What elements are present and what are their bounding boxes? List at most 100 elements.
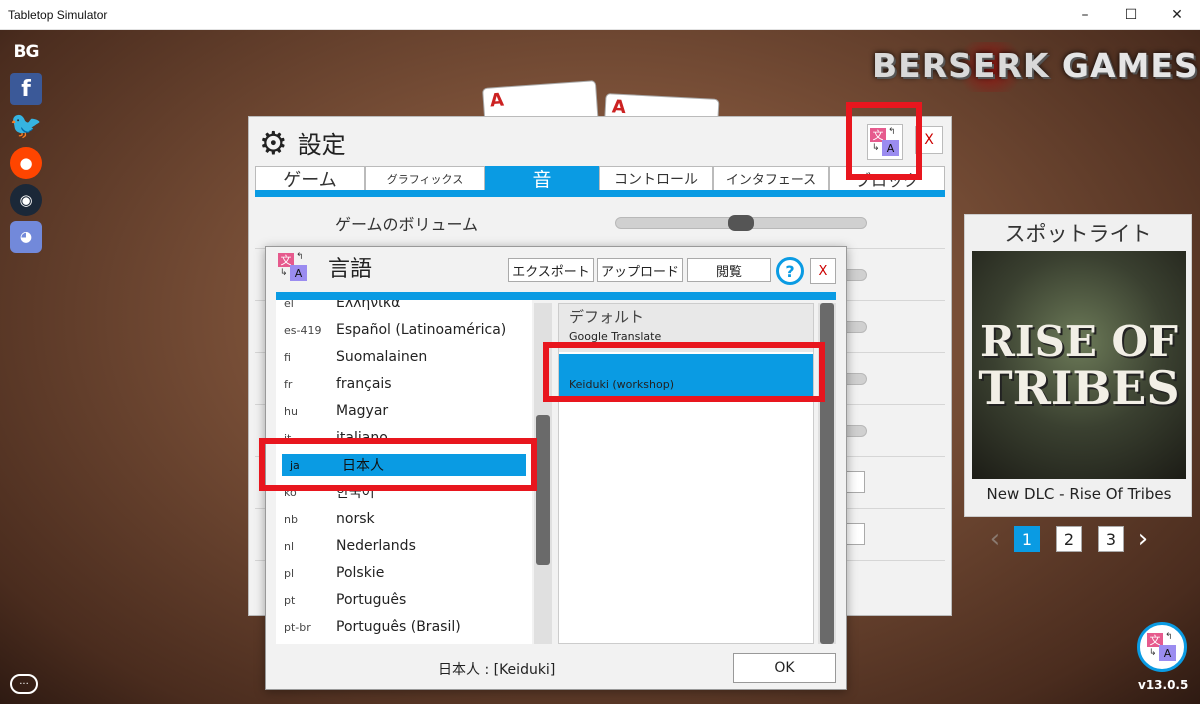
pager-page-2[interactable]: 2 (1056, 526, 1082, 552)
language-code: nl (284, 539, 295, 553)
game-volume-label: ゲームのボリューム (335, 215, 479, 234)
settings-input[interactable] (845, 523, 865, 545)
language-code: hu (284, 404, 298, 418)
spotlight-pager: ‹ 1 2 3 › (984, 524, 1154, 554)
translation-default-label: デフォルト (569, 308, 645, 326)
spotlight-logo-line1: RISE OF (980, 317, 1178, 366)
spotlight-logo-line2: TRIBES (978, 361, 1180, 415)
translate-arrow-icon: ↰ (1165, 632, 1173, 642)
translate-arrow-icon: ↰ (296, 252, 304, 262)
highlight-box-translate (846, 102, 922, 180)
steam-icon[interactable]: ◉ (10, 184, 42, 216)
spotlight-caption[interactable]: New DLC - Rise Of Tribes (972, 485, 1186, 503)
translate-icon: 文 A ↰ ↳ (1147, 632, 1177, 661)
language-item[interactable]: fr français (276, 373, 532, 395)
language-header-underline (276, 292, 836, 300)
brand-name-b: GAMES (1061, 46, 1199, 85)
translate-icon: 文 A ↰ ↳ (278, 252, 308, 281)
translate-glyph-dst: A (1159, 645, 1176, 661)
brand-name-a: BERSERK (872, 46, 1050, 85)
language-name: Magyar (336, 403, 389, 419)
upload-button[interactable]: アップロード (597, 258, 683, 282)
ok-button[interactable]: OK (733, 653, 836, 683)
export-button[interactable]: エクスポート (508, 258, 594, 282)
language-name: Nederlands (336, 538, 416, 554)
language-name: Ελληνικά (336, 300, 401, 311)
language-code: es-419 (284, 323, 322, 337)
browse-button[interactable]: 閲覧 (687, 258, 771, 282)
tab-underline (255, 190, 945, 197)
translate-button[interactable]: 文 A ↰ ↳ (1137, 622, 1187, 672)
tab-graphics[interactable]: グラフィックス (365, 166, 485, 190)
version-label: v13.0.5 (1138, 678, 1189, 692)
language-code: el (284, 300, 294, 310)
app-title: Tabletop Simulator (8, 7, 108, 22)
social-sidebar: BG f 🐦 ● ◉ ◕ (10, 36, 44, 258)
card-rank: A (489, 89, 505, 112)
chat-icon[interactable]: ··· (10, 674, 38, 694)
highlight-box-translation (543, 342, 825, 402)
tab-interface[interactable]: インタフェース (713, 166, 829, 190)
settings-tabs: ゲーム グラフィックス 音 コントロール インタフェース ブロック (255, 166, 945, 190)
language-item[interactable]: pt Português (276, 589, 532, 611)
language-code: pt (284, 593, 296, 607)
brand-logo: BERSERK GAMES (872, 46, 1199, 85)
translate-glyph-dst: A (290, 265, 307, 281)
spotlight-logo: RISE OF TRIBES (972, 317, 1186, 415)
berserk-games-icon[interactable]: BG (10, 36, 42, 68)
help-icon[interactable]: ? (776, 257, 804, 285)
translate-arrow-icon: ↳ (280, 268, 288, 278)
highlight-box-language (259, 438, 537, 491)
slider-knob[interactable] (728, 215, 754, 231)
tab-game[interactable]: ゲーム (255, 166, 365, 190)
language-name: Português (Brasil) (336, 619, 461, 635)
spotlight-title: スポットライト (1004, 222, 1152, 246)
language-code: fr (284, 377, 293, 391)
language-item[interactable]: hu Magyar (276, 400, 532, 422)
language-name: Español (Latinoamérica) (336, 322, 507, 338)
pager-prev-icon[interactable]: ‹ (984, 524, 1006, 554)
scrollbar-thumb[interactable] (536, 415, 550, 565)
language-name: Suomalainen (336, 349, 428, 365)
spotlight-image[interactable]: RISE OF TRIBES (972, 251, 1186, 479)
language-name: français (336, 376, 392, 392)
settings-title: 設定 (297, 131, 346, 159)
discord-icon[interactable]: ◕ (10, 221, 42, 253)
language-code: pt-br (284, 620, 311, 634)
translate-arrow-icon: ↳ (1149, 648, 1157, 658)
tab-controls[interactable]: コントロール (599, 166, 713, 190)
gear-icon: ⚙ (259, 123, 288, 162)
game-volume-slider[interactable] (615, 215, 867, 231)
pager-page-1[interactable]: 1 (1014, 526, 1040, 552)
language-code: pl (284, 566, 295, 580)
window-titlebar: Tabletop Simulator – ☐ ✕ (0, 0, 1200, 30)
language-item[interactable]: pl Polskie (276, 562, 532, 584)
language-code: fi (284, 350, 291, 364)
pager-next-icon[interactable]: › (1132, 524, 1154, 554)
language-name: norsk (336, 511, 375, 527)
card-rank: A (611, 96, 627, 119)
facebook-icon[interactable]: f (10, 73, 42, 105)
settings-input[interactable] (845, 471, 865, 493)
reddit-icon[interactable]: ● (10, 147, 42, 179)
tab-sound[interactable]: 音 (485, 166, 599, 190)
window-controls: – ☐ ✕ (1062, 0, 1200, 30)
language-item[interactable]: el Ελληνικά (276, 300, 532, 314)
maximize-button[interactable]: ☐ (1108, 0, 1154, 30)
language-name: Português (336, 592, 407, 608)
pager-page-3[interactable]: 3 (1098, 526, 1124, 552)
language-item[interactable]: fi Suomalainen (276, 346, 532, 368)
language-title: 言語 (328, 257, 373, 282)
language-status: 日本人 : [Keiduki] (438, 662, 556, 678)
language-close-button[interactable]: X (810, 258, 836, 284)
minimize-button[interactable]: – (1062, 0, 1108, 30)
language-item[interactable]: es-419 Español (Latinoamérica) (276, 319, 532, 341)
twitter-icon[interactable]: 🐦 (10, 110, 42, 142)
settings-header: ⚙ 設定 (259, 125, 346, 160)
language-item[interactable]: nb norsk (276, 508, 532, 530)
spotlight-panel: スポットライト RISE OF TRIBES New DLC - Rise Of… (964, 214, 1192, 517)
language-item[interactable]: pt-br Português (Brasil) (276, 616, 532, 638)
close-window-button[interactable]: ✕ (1154, 0, 1200, 30)
language-item[interactable]: nl Nederlands (276, 535, 532, 557)
settings-row-game-volume: ゲームのボリューム (255, 197, 945, 249)
